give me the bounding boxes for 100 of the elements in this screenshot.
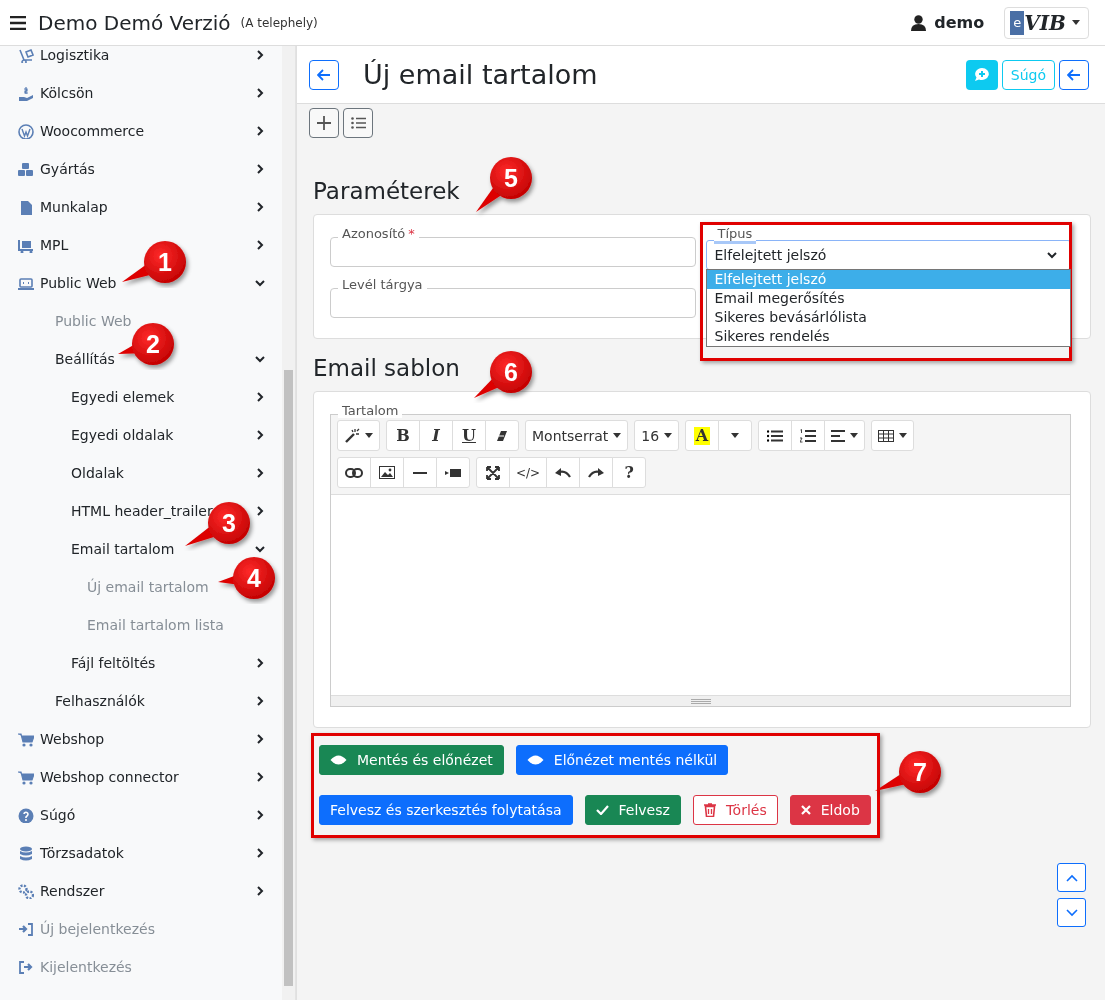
dropdown-option[interactable]: Sikeres bevásárlólista <box>706 308 1070 327</box>
nav-item[interactable]: Felhasználók <box>55 693 145 709</box>
app-title: Demo Demó Verzió <box>38 10 231 35</box>
chevron-up-icon <box>1065 873 1078 882</box>
arrow-left-icon <box>317 68 331 81</box>
action-button[interactable]: Előnézet mentés nélkül <box>515 745 729 775</box>
back-button[interactable] <box>309 59 339 90</box>
nav-item[interactable]: Törzsadatok <box>40 845 124 861</box>
nav-item[interactable]: Woocommerce <box>40 123 145 139</box>
paragraph-dropdown[interactable] <box>824 420 866 451</box>
cart-icon <box>18 769 34 785</box>
nav-item[interactable]: Email tartalom <box>71 541 175 557</box>
font-family-dropdown[interactable]: Montserrat <box>525 420 629 451</box>
style-button[interactable] <box>337 420 380 451</box>
dropdown-option[interactable]: Sikeres rendelés <box>706 327 1070 346</box>
action-button[interactable]: Eldob <box>789 795 871 825</box>
caret-icon <box>365 433 373 438</box>
horizontal-line-icon <box>413 471 427 474</box>
back-button[interactable] <box>1059 59 1089 90</box>
bullet-list-button[interactable] <box>758 420 793 451</box>
field-label: Tartalom <box>338 404 403 418</box>
table-icon <box>878 429 895 442</box>
chevron-down-icon <box>1065 908 1078 917</box>
login-icon <box>18 921 34 937</box>
circle-logo-icon <box>18 123 34 139</box>
pallet-icon <box>18 237 34 253</box>
undo-button[interactable] <box>546 457 581 488</box>
link-button[interactable] <box>337 457 371 488</box>
image-button[interactable] <box>370 457 404 488</box>
nav-item[interactable]: Public Web <box>40 275 117 291</box>
select-field[interactable]: Elfelejtett jelszó <box>705 240 1071 270</box>
picture-icon <box>379 466 395 479</box>
scroll-up-button[interactable] <box>1057 863 1086 892</box>
text-field[interactable] <box>330 237 696 267</box>
redo-button[interactable] <box>579 457 614 488</box>
nav-item[interactable]: Oldalak <box>71 465 124 481</box>
magic-wand-icon <box>344 427 360 444</box>
horizontal-rule-button[interactable] <box>403 457 437 488</box>
scroll-down-button[interactable] <box>1057 898 1086 927</box>
action-button[interactable]: Törlés <box>692 795 778 825</box>
dolly-icon <box>18 47 34 63</box>
nav-item[interactable]: Kölcsön <box>40 85 94 101</box>
text-color-button[interactable]: A <box>685 420 720 451</box>
menu-icon[interactable] <box>10 15 26 30</box>
scrollbar[interactable] <box>282 46 296 1000</box>
link-icon <box>345 467 363 478</box>
list-button[interactable] <box>343 108 373 138</box>
nav-item[interactable]: Beállítás <box>55 351 115 367</box>
italic-button[interactable]: I <box>419 420 453 451</box>
action-button[interactable]: Mentés és előnézet <box>319 745 504 775</box>
video-icon <box>445 467 461 478</box>
code-view-button[interactable]: </> <box>509 457 548 488</box>
field-label: Azonosító * <box>338 227 419 241</box>
nav-item[interactable]: Gyártás <box>40 161 95 177</box>
nav-item[interactable]: Egyedi oldalak <box>71 427 174 443</box>
table-dropdown[interactable] <box>871 420 915 451</box>
caret-icon <box>613 433 622 438</box>
nav-item[interactable]: Logisztika <box>40 47 110 63</box>
check-icon <box>595 805 609 815</box>
caret-icon <box>1072 20 1080 25</box>
dropdown-list[interactable]: Elfelejtett jelszó Email megerősítés Sikeres bevásárlólista Sikeres rendelés <box>705 269 1071 347</box>
help-button[interactable]: ? <box>612 457 647 488</box>
user-name[interactable]: demo <box>934 13 985 32</box>
eye-icon <box>330 754 347 766</box>
underline-button[interactable]: U <box>452 420 486 451</box>
cart-icon <box>18 731 34 747</box>
nav-item[interactable]: Rendszer <box>40 883 105 899</box>
chevron-down-icon <box>1046 249 1058 261</box>
document-icon <box>18 199 34 215</box>
action-button[interactable]: Felvesz és szerkesztés folytatása <box>319 795 573 825</box>
section-heading: Paraméterek <box>313 177 460 206</box>
scrollbar-thumb[interactable] <box>284 370 293 986</box>
bold-button[interactable]: B <box>386 420 420 451</box>
nav-item[interactable]: Fájl feltöltés <box>71 655 156 671</box>
fullscreen-icon <box>486 465 500 480</box>
field-label: Típus <box>713 227 757 244</box>
video-button[interactable] <box>436 457 470 488</box>
user-icon <box>911 14 927 31</box>
nav-item[interactable]: Egyedi elemek <box>71 389 175 405</box>
nav-item[interactable]: Webshop connector <box>40 769 179 785</box>
nav-item[interactable]: Munkalap <box>40 199 108 215</box>
field-label: Levél tárgya <box>338 278 427 292</box>
caret-icon <box>664 433 673 438</box>
font-size-dropdown[interactable]: 16 <box>634 420 680 451</box>
speech-bubble-plus-icon <box>973 67 990 82</box>
hand-coin-icon <box>18 85 34 101</box>
add-button[interactable] <box>309 108 339 138</box>
nav-item[interactable]: Webshop <box>40 731 105 747</box>
nav-item[interactable]: Súgó <box>40 807 76 823</box>
dropdown-option[interactable]: Email megerősítés <box>706 289 1070 308</box>
fullscreen-button[interactable] <box>476 457 510 488</box>
numbered-list-button[interactable] <box>791 420 826 451</box>
numbered-list-icon <box>800 428 817 443</box>
action-button[interactable]: Felvesz <box>584 795 681 825</box>
nav-item[interactable]: HTML header_trailer <box>71 503 213 519</box>
color-dropdown[interactable] <box>718 420 753 451</box>
caret-icon <box>731 433 740 438</box>
nav-item[interactable]: MPL <box>40 237 69 253</box>
clear-format-button[interactable] <box>485 420 519 451</box>
section-heading: Email sablon <box>313 354 460 383</box>
